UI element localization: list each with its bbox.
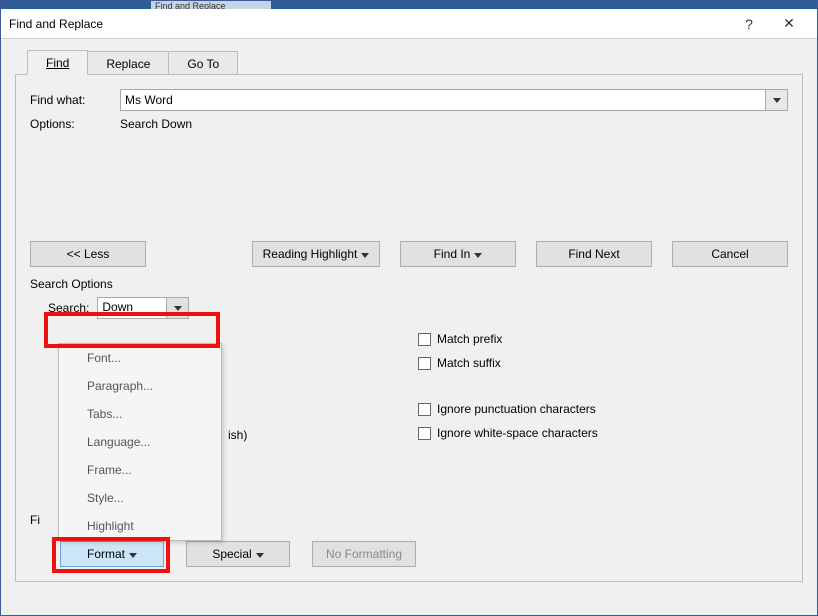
- find-what-row: Find what:: [30, 89, 788, 111]
- tab-find-label: Find: [46, 56, 69, 70]
- chevron-down-icon: [129, 553, 137, 558]
- word-ribbon-strip: [1, 1, 817, 9]
- main-button-row: << Less Reading Highlight Find In Find N…: [30, 241, 788, 267]
- chevron-down-icon: [361, 253, 369, 258]
- tab-row: Find Replace Go To: [27, 49, 803, 75]
- search-label: Search:: [48, 301, 89, 315]
- match-prefix-row[interactable]: Match prefix: [418, 327, 788, 351]
- tab-replace-label: Replace: [106, 57, 150, 71]
- dialog-content: Find Replace Go To Find what: Options: S…: [1, 39, 817, 615]
- format-menu: Font... Paragraph... Tabs... Language...…: [58, 343, 222, 541]
- chevron-down-icon: [474, 253, 482, 258]
- ignore-ws-row[interactable]: Ignore white-space characters: [418, 421, 788, 445]
- tab-panel: Find what: Options: Search Down << Less …: [15, 74, 803, 582]
- ignore-ws-checkbox[interactable]: [418, 427, 431, 440]
- search-direction-row: Search: Down: [48, 297, 788, 319]
- options-label: Options:: [30, 117, 120, 131]
- find-replace-dialog: Find and Replace Find and Replace ? ✕ Fi…: [0, 0, 818, 616]
- find-in-label: Find In: [434, 247, 471, 261]
- match-prefix-checkbox[interactable]: [418, 333, 431, 346]
- find-what-label: Find what:: [30, 93, 120, 107]
- search-options-label: Search Options: [30, 277, 788, 291]
- find-next-button[interactable]: Find Next: [536, 241, 652, 267]
- chevron-down-icon: [174, 306, 182, 311]
- menu-frame[interactable]: Frame...: [59, 456, 221, 484]
- bottom-button-row: Format Special No Formatting: [60, 541, 416, 567]
- word-background-tab: Find and Replace: [151, 1, 271, 9]
- menu-highlight[interactable]: Highlight: [59, 512, 221, 540]
- ignore-ws-label: Ignore white-space characters: [437, 426, 598, 440]
- menu-font[interactable]: Font...: [59, 344, 221, 372]
- find-what-combo: [120, 89, 788, 111]
- menu-language[interactable]: Language...: [59, 428, 221, 456]
- special-button[interactable]: Special: [186, 541, 290, 567]
- search-direction-dropdown[interactable]: [167, 297, 189, 319]
- tab-find[interactable]: Find: [27, 50, 88, 75]
- chevron-down-icon: [256, 553, 264, 558]
- titlebar: Find and Replace ? ✕: [1, 9, 817, 39]
- search-direction-select[interactable]: Down: [97, 297, 189, 319]
- cancel-label: Cancel: [711, 247, 748, 261]
- less-button-label: << Less: [67, 247, 110, 261]
- find-next-label: Find Next: [568, 247, 619, 261]
- match-prefix-label: Match prefix: [437, 332, 502, 346]
- reading-highlight-label: Reading Highlight: [263, 247, 358, 261]
- no-formatting-button[interactable]: No Formatting: [312, 541, 416, 567]
- less-button[interactable]: << Less: [30, 241, 146, 267]
- match-suffix-checkbox[interactable]: [418, 357, 431, 370]
- help-button[interactable]: ?: [729, 10, 769, 38]
- close-button[interactable]: ✕: [769, 10, 809, 38]
- no-formatting-label: No Formatting: [326, 547, 402, 561]
- match-suffix-row[interactable]: Match suffix: [418, 351, 788, 375]
- partial-text: ish): [228, 428, 247, 442]
- tab-goto-label: Go To: [187, 57, 219, 71]
- options-row: Options: Search Down: [30, 117, 788, 131]
- find-section-label-partial: Fi: [30, 513, 40, 527]
- ignore-punct-row[interactable]: Ignore punctuation characters: [418, 397, 788, 421]
- find-what-dropdown[interactable]: [766, 89, 788, 111]
- tab-goto[interactable]: Go To: [168, 51, 238, 75]
- reading-highlight-button[interactable]: Reading Highlight: [252, 241, 380, 267]
- options-right-col: Match prefix Match suffix Ignore punctua…: [418, 327, 788, 447]
- menu-tabs[interactable]: Tabs...: [59, 400, 221, 428]
- tab-replace[interactable]: Replace: [87, 51, 169, 75]
- search-direction-value: Down: [97, 297, 167, 319]
- find-what-input[interactable]: [120, 89, 766, 111]
- cancel-button[interactable]: Cancel: [672, 241, 788, 267]
- special-button-label: Special: [212, 547, 251, 561]
- menu-style[interactable]: Style...: [59, 484, 221, 512]
- format-button-label: Format: [87, 547, 125, 561]
- ignore-punct-checkbox[interactable]: [418, 403, 431, 416]
- dialog-title: Find and Replace: [9, 17, 729, 31]
- format-button[interactable]: Format: [60, 541, 164, 567]
- match-suffix-label: Match suffix: [437, 356, 501, 370]
- find-in-button[interactable]: Find In: [400, 241, 516, 267]
- ignore-punct-label: Ignore punctuation characters: [437, 402, 596, 416]
- chevron-down-icon: [773, 98, 781, 103]
- options-value: Search Down: [120, 117, 192, 131]
- spacer: [166, 241, 232, 267]
- menu-paragraph[interactable]: Paragraph...: [59, 372, 221, 400]
